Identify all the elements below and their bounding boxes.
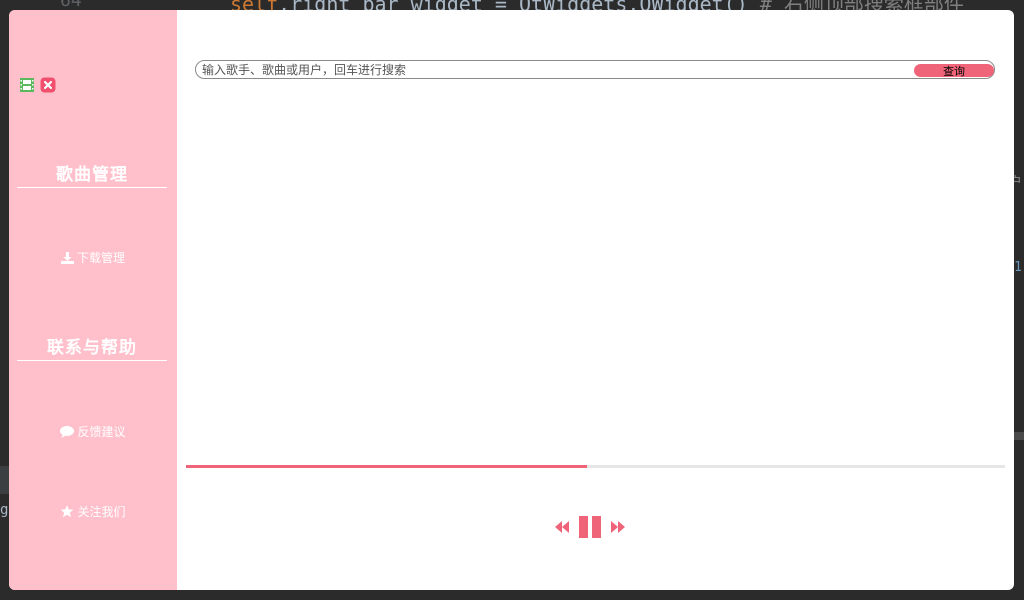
download-icon (60, 251, 74, 264)
close-button[interactable] (40, 77, 56, 93)
playback-progress-fill (186, 465, 588, 468)
close-icon (40, 77, 56, 93)
player-controls (554, 516, 626, 538)
sidebar-item-download[interactable]: 下载管理 (9, 249, 177, 266)
backward-icon[interactable] (554, 521, 570, 533)
forward-icon[interactable] (610, 521, 626, 533)
playback-progress-bar[interactable] (186, 465, 1005, 468)
music-player-window: 歌曲管理 下载管理 联系与帮助 反馈建议 关注我们 查询 (9, 10, 1014, 590)
film-icon (20, 78, 34, 92)
window-controls (19, 77, 56, 93)
editor-scrollbar (1014, 432, 1024, 440)
section-title-contact-help: 联系与帮助 (17, 333, 167, 361)
editor-side-number: 1 (1014, 260, 1022, 275)
sidebar-item-feedback[interactable]: 反馈建议 (9, 423, 177, 440)
restore-button[interactable] (19, 77, 35, 93)
sidebar-item-feedback-label: 反馈建议 (77, 425, 126, 439)
search-button[interactable]: 查询 (914, 64, 994, 78)
pause-icon[interactable] (578, 516, 602, 538)
search-bar: 查询 (195, 60, 995, 79)
star-icon (60, 505, 74, 518)
sidebar-item-follow[interactable]: 关注我们 (9, 503, 177, 520)
editor-left-text: g (0, 502, 9, 518)
comment-icon (60, 425, 75, 438)
sidebar-item-follow-label: 关注我们 (77, 505, 126, 519)
search-input[interactable] (202, 61, 902, 78)
left-sidebar: 歌曲管理 下载管理 联系与帮助 反馈建议 关注我们 (9, 10, 177, 590)
sidebar-item-download-label: 下载管理 (76, 251, 125, 265)
section-title-song-management: 歌曲管理 (17, 160, 167, 188)
